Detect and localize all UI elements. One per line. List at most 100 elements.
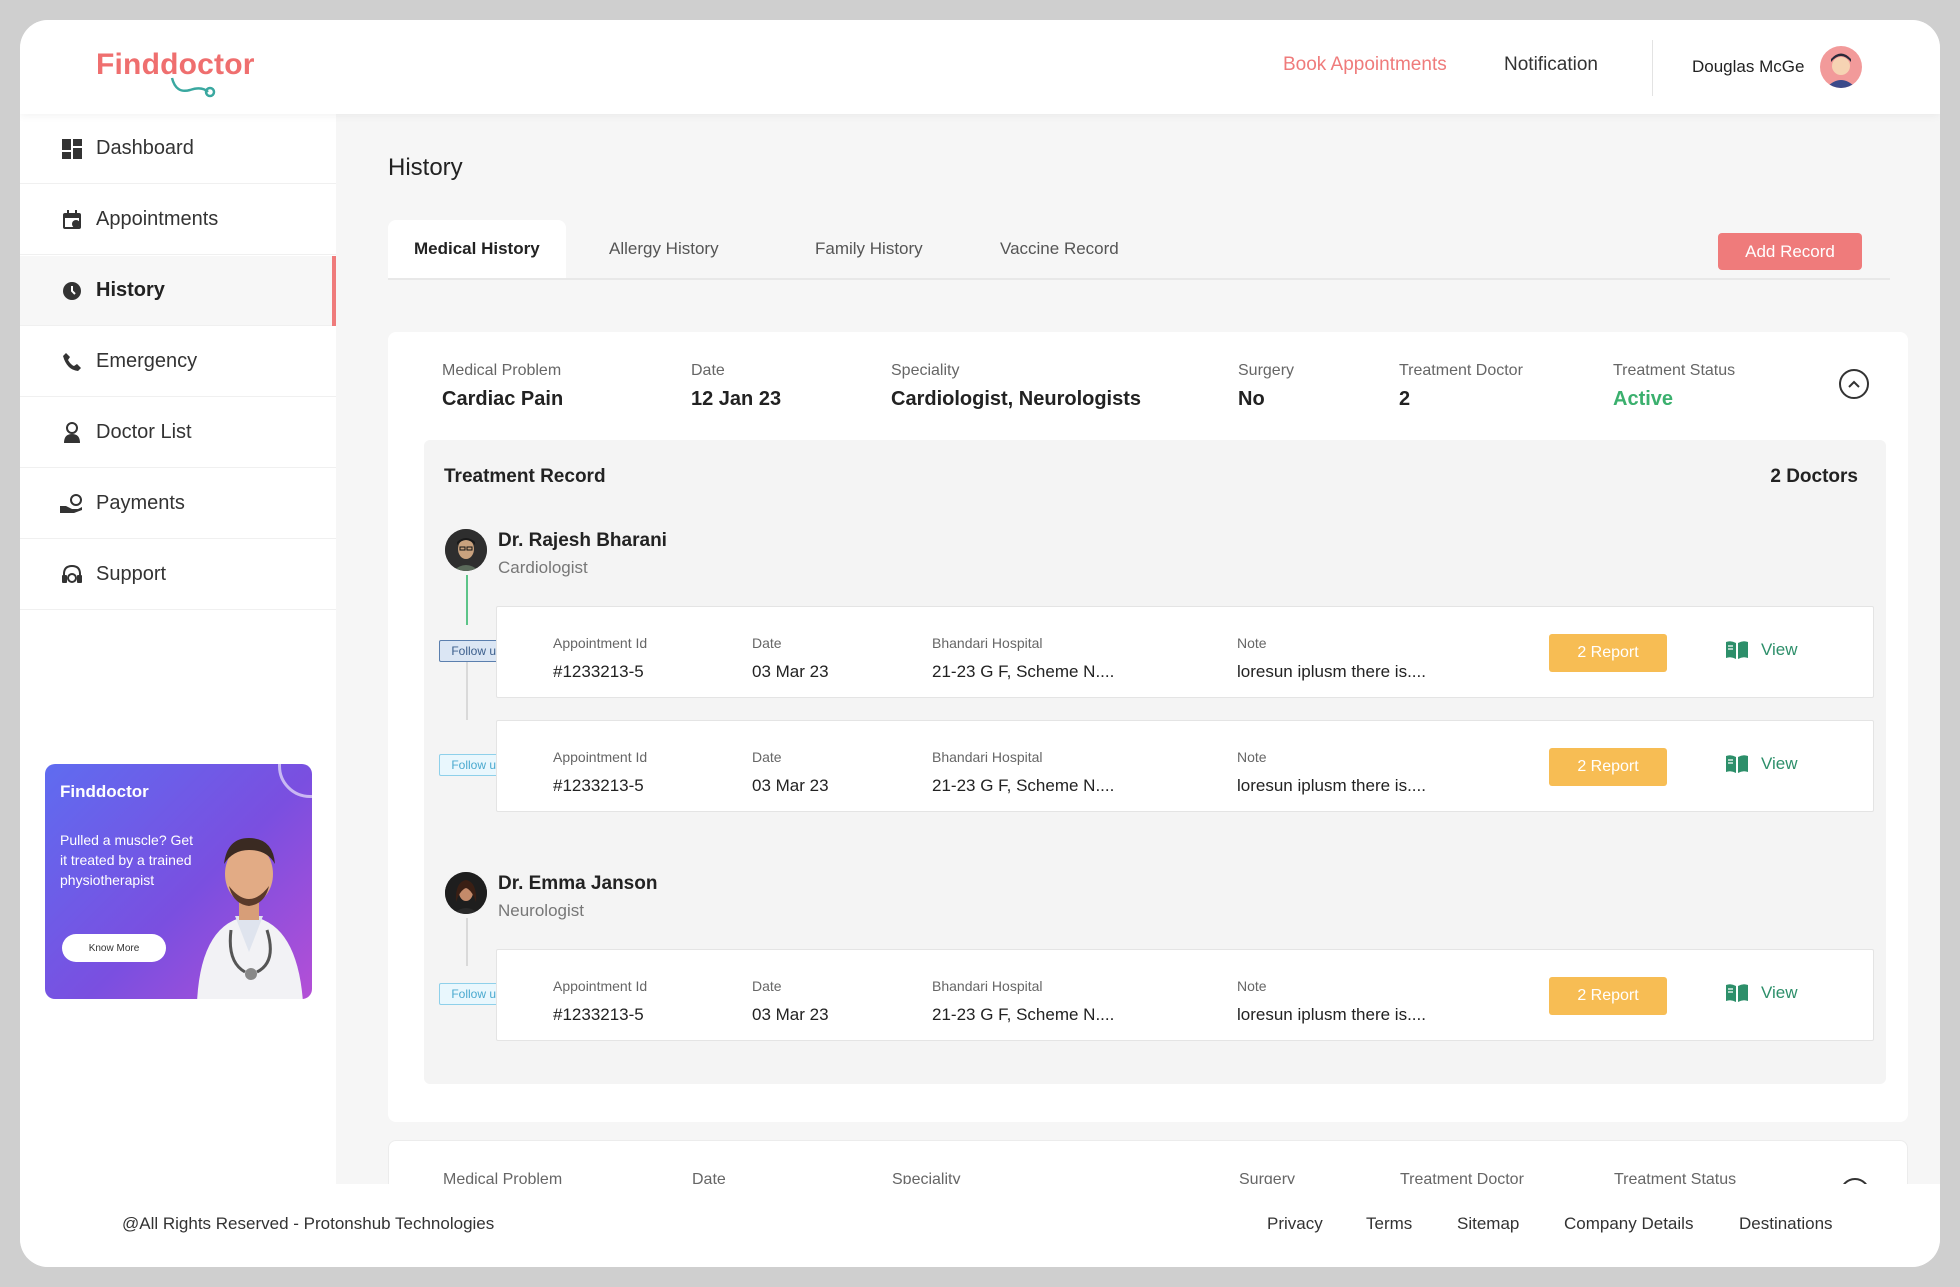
logo[interactable]: Finddoctor xyxy=(96,48,255,98)
view-link[interactable]: View xyxy=(1725,983,1798,1003)
note-text: loresun iplusm there is.... xyxy=(1237,662,1426,681)
add-record-button[interactable]: Add Record xyxy=(1718,233,1862,270)
report-button[interactable]: 2 Report xyxy=(1549,748,1667,786)
sidebar-item-history[interactable]: History xyxy=(20,256,336,326)
view-link-label: View xyxy=(1761,983,1798,1002)
sidebar-item-dashboard[interactable]: Dashboard xyxy=(20,114,336,184)
treatment-record: Treatment Record 2 Doctors Dr. Rajesh Bh… xyxy=(424,440,1886,1084)
doctor-avatar xyxy=(445,529,487,571)
sidebar-item-doctor-list[interactable]: Doctor List xyxy=(20,398,336,468)
field-value: Cardiac Pain xyxy=(442,388,564,410)
view-link[interactable]: View xyxy=(1725,640,1798,660)
sidebar-item-label: Emergency xyxy=(96,350,198,372)
tab-medical-history[interactable]: Medical History xyxy=(388,220,566,278)
appointment-id: #1233213-5 xyxy=(553,776,644,795)
footer: @All Rights Reserved - Protonshub Techno… xyxy=(20,1184,1940,1267)
footer-link-terms[interactable]: Terms xyxy=(1366,1214,1412,1234)
view-link-label: View xyxy=(1761,640,1798,659)
view-link[interactable]: View xyxy=(1725,754,1798,774)
doctor-speciality: Neurologist xyxy=(498,901,584,920)
appointment-date: 03 Mar 23 xyxy=(752,1005,829,1024)
user-avatar[interactable] xyxy=(1820,46,1862,88)
dashboard-icon xyxy=(60,137,84,161)
stethoscope-icon xyxy=(170,77,216,98)
chevron-up-icon xyxy=(1848,380,1860,388)
sidebar: Dashboard Appointments History Emergency… xyxy=(20,114,336,1184)
report-button[interactable]: 2 Report xyxy=(1549,634,1667,672)
sidebar-item-label: Appointments xyxy=(96,208,219,230)
appointment-id-label: Appointment Id xyxy=(553,749,648,765)
know-more-button[interactable]: Know More xyxy=(62,934,166,962)
sidebar-item-support[interactable]: Support xyxy=(20,540,336,610)
appointment-id-label: Appointment Id xyxy=(553,635,648,651)
field-label: Speciality xyxy=(891,362,960,379)
payment-hand-icon xyxy=(60,492,84,516)
note-label: Note xyxy=(1237,635,1267,651)
page-title: History xyxy=(388,154,463,181)
tab-vaccine-record[interactable]: Vaccine Record xyxy=(1000,220,1119,278)
field-label: Treatment Status xyxy=(1613,362,1736,379)
appointment-id: #1233213-5 xyxy=(553,1005,644,1024)
book-appointments-link[interactable]: Book Appointments xyxy=(1283,54,1447,76)
doctor-icon xyxy=(60,421,84,445)
sidebar-item-label: Dashboard xyxy=(96,137,194,159)
sidebar-item-emergency[interactable]: Emergency xyxy=(20,327,336,397)
note-label: Note xyxy=(1237,978,1267,994)
note-label: Note xyxy=(1237,749,1267,765)
appointment-row: Appointment Id #1233213-5 Date 03 Mar 23… xyxy=(496,606,1874,698)
logo-text-tail: tor xyxy=(214,48,255,81)
appointment-row: Appointment Id #1233213-5 Date 03 Mar 23… xyxy=(496,720,1874,812)
promo-decoration xyxy=(278,764,312,798)
copyright-text: @All Rights Reserved - Protonshub Techno… xyxy=(122,1214,495,1233)
sidebar-item-payments[interactable]: Payments xyxy=(20,469,336,539)
footer-link-company-details[interactable]: Company Details xyxy=(1564,1214,1693,1234)
sidebar-item-label: Support xyxy=(96,563,167,585)
hospital-label: Bhandari Hospital xyxy=(932,749,1043,765)
sidebar-item-appointments[interactable]: Appointments xyxy=(20,185,336,255)
hospital-label: Bhandari Hospital xyxy=(932,978,1043,994)
field-label: Medical Problem xyxy=(442,362,562,379)
promo-logo: Finddoctor xyxy=(60,782,149,801)
appointment-id: #1233213-5 xyxy=(553,662,644,681)
treatment-doctor-count: 2 Doctors xyxy=(1770,466,1858,487)
sidebar-item-label: Doctor List xyxy=(96,421,192,443)
footer-link-sitemap[interactable]: Sitemap xyxy=(1457,1214,1519,1234)
field-value: 12 Jan 23 xyxy=(691,388,782,410)
hospital-address: 21-23 G F, Scheme N.... xyxy=(932,1005,1115,1024)
sidebar-item-label: History xyxy=(96,279,165,301)
status-badge: Active xyxy=(1613,388,1674,410)
note-text: loresun iplusm there is.... xyxy=(1237,776,1426,795)
appointment-date-label: Date xyxy=(752,749,782,765)
footer-link-destinations[interactable]: Destinations xyxy=(1739,1214,1833,1234)
collapse-button[interactable] xyxy=(1839,369,1869,399)
field-label: Treatment Doctor xyxy=(1399,362,1523,379)
top-bar: Finddoctor Book Appointments Notificatio… xyxy=(20,20,1940,114)
timeline-line xyxy=(466,575,468,625)
book-icon xyxy=(1726,641,1748,659)
note-text: loresun iplusm there is.... xyxy=(1237,1005,1426,1024)
doctor-name: Dr. Emma Janson xyxy=(498,873,658,894)
history-tabs: Medical History Allergy History Family H… xyxy=(388,220,1890,280)
user-name[interactable]: Douglas McGe xyxy=(1692,57,1804,77)
calendar-icon xyxy=(60,208,84,232)
tab-allergy-history[interactable]: Allergy History xyxy=(609,220,719,278)
tab-family-history[interactable]: Family History xyxy=(815,220,923,278)
promo-banner: Finddoctor Pulled a muscle? Get it treat… xyxy=(45,764,312,999)
book-icon xyxy=(1726,755,1748,773)
phone-icon xyxy=(60,350,84,374)
medical-record-card: Medical Problem Cardiac Pain Date 12 Jan… xyxy=(388,332,1908,1122)
report-button[interactable]: 2 Report xyxy=(1549,977,1667,1015)
headset-icon xyxy=(60,563,84,587)
header-divider xyxy=(1652,40,1653,96)
doctor-speciality: Cardiologist xyxy=(498,558,588,577)
app-frame: Finddoctor Book Appointments Notificatio… xyxy=(20,20,1940,1267)
sidebar-item-label: Payments xyxy=(96,492,185,514)
appointment-row: Appointment Id #1233213-5 Date 03 Mar 23… xyxy=(496,949,1874,1041)
appointment-date-label: Date xyxy=(752,635,782,651)
hospital-address: 21-23 G F, Scheme N.... xyxy=(932,662,1115,681)
footer-link-privacy[interactable]: Privacy xyxy=(1267,1214,1323,1234)
notification-link[interactable]: Notification xyxy=(1504,54,1598,76)
appointment-date: 03 Mar 23 xyxy=(752,662,829,681)
doctor-avatar xyxy=(445,872,487,914)
doctor-name: Dr. Rajesh Bharani xyxy=(498,530,667,551)
